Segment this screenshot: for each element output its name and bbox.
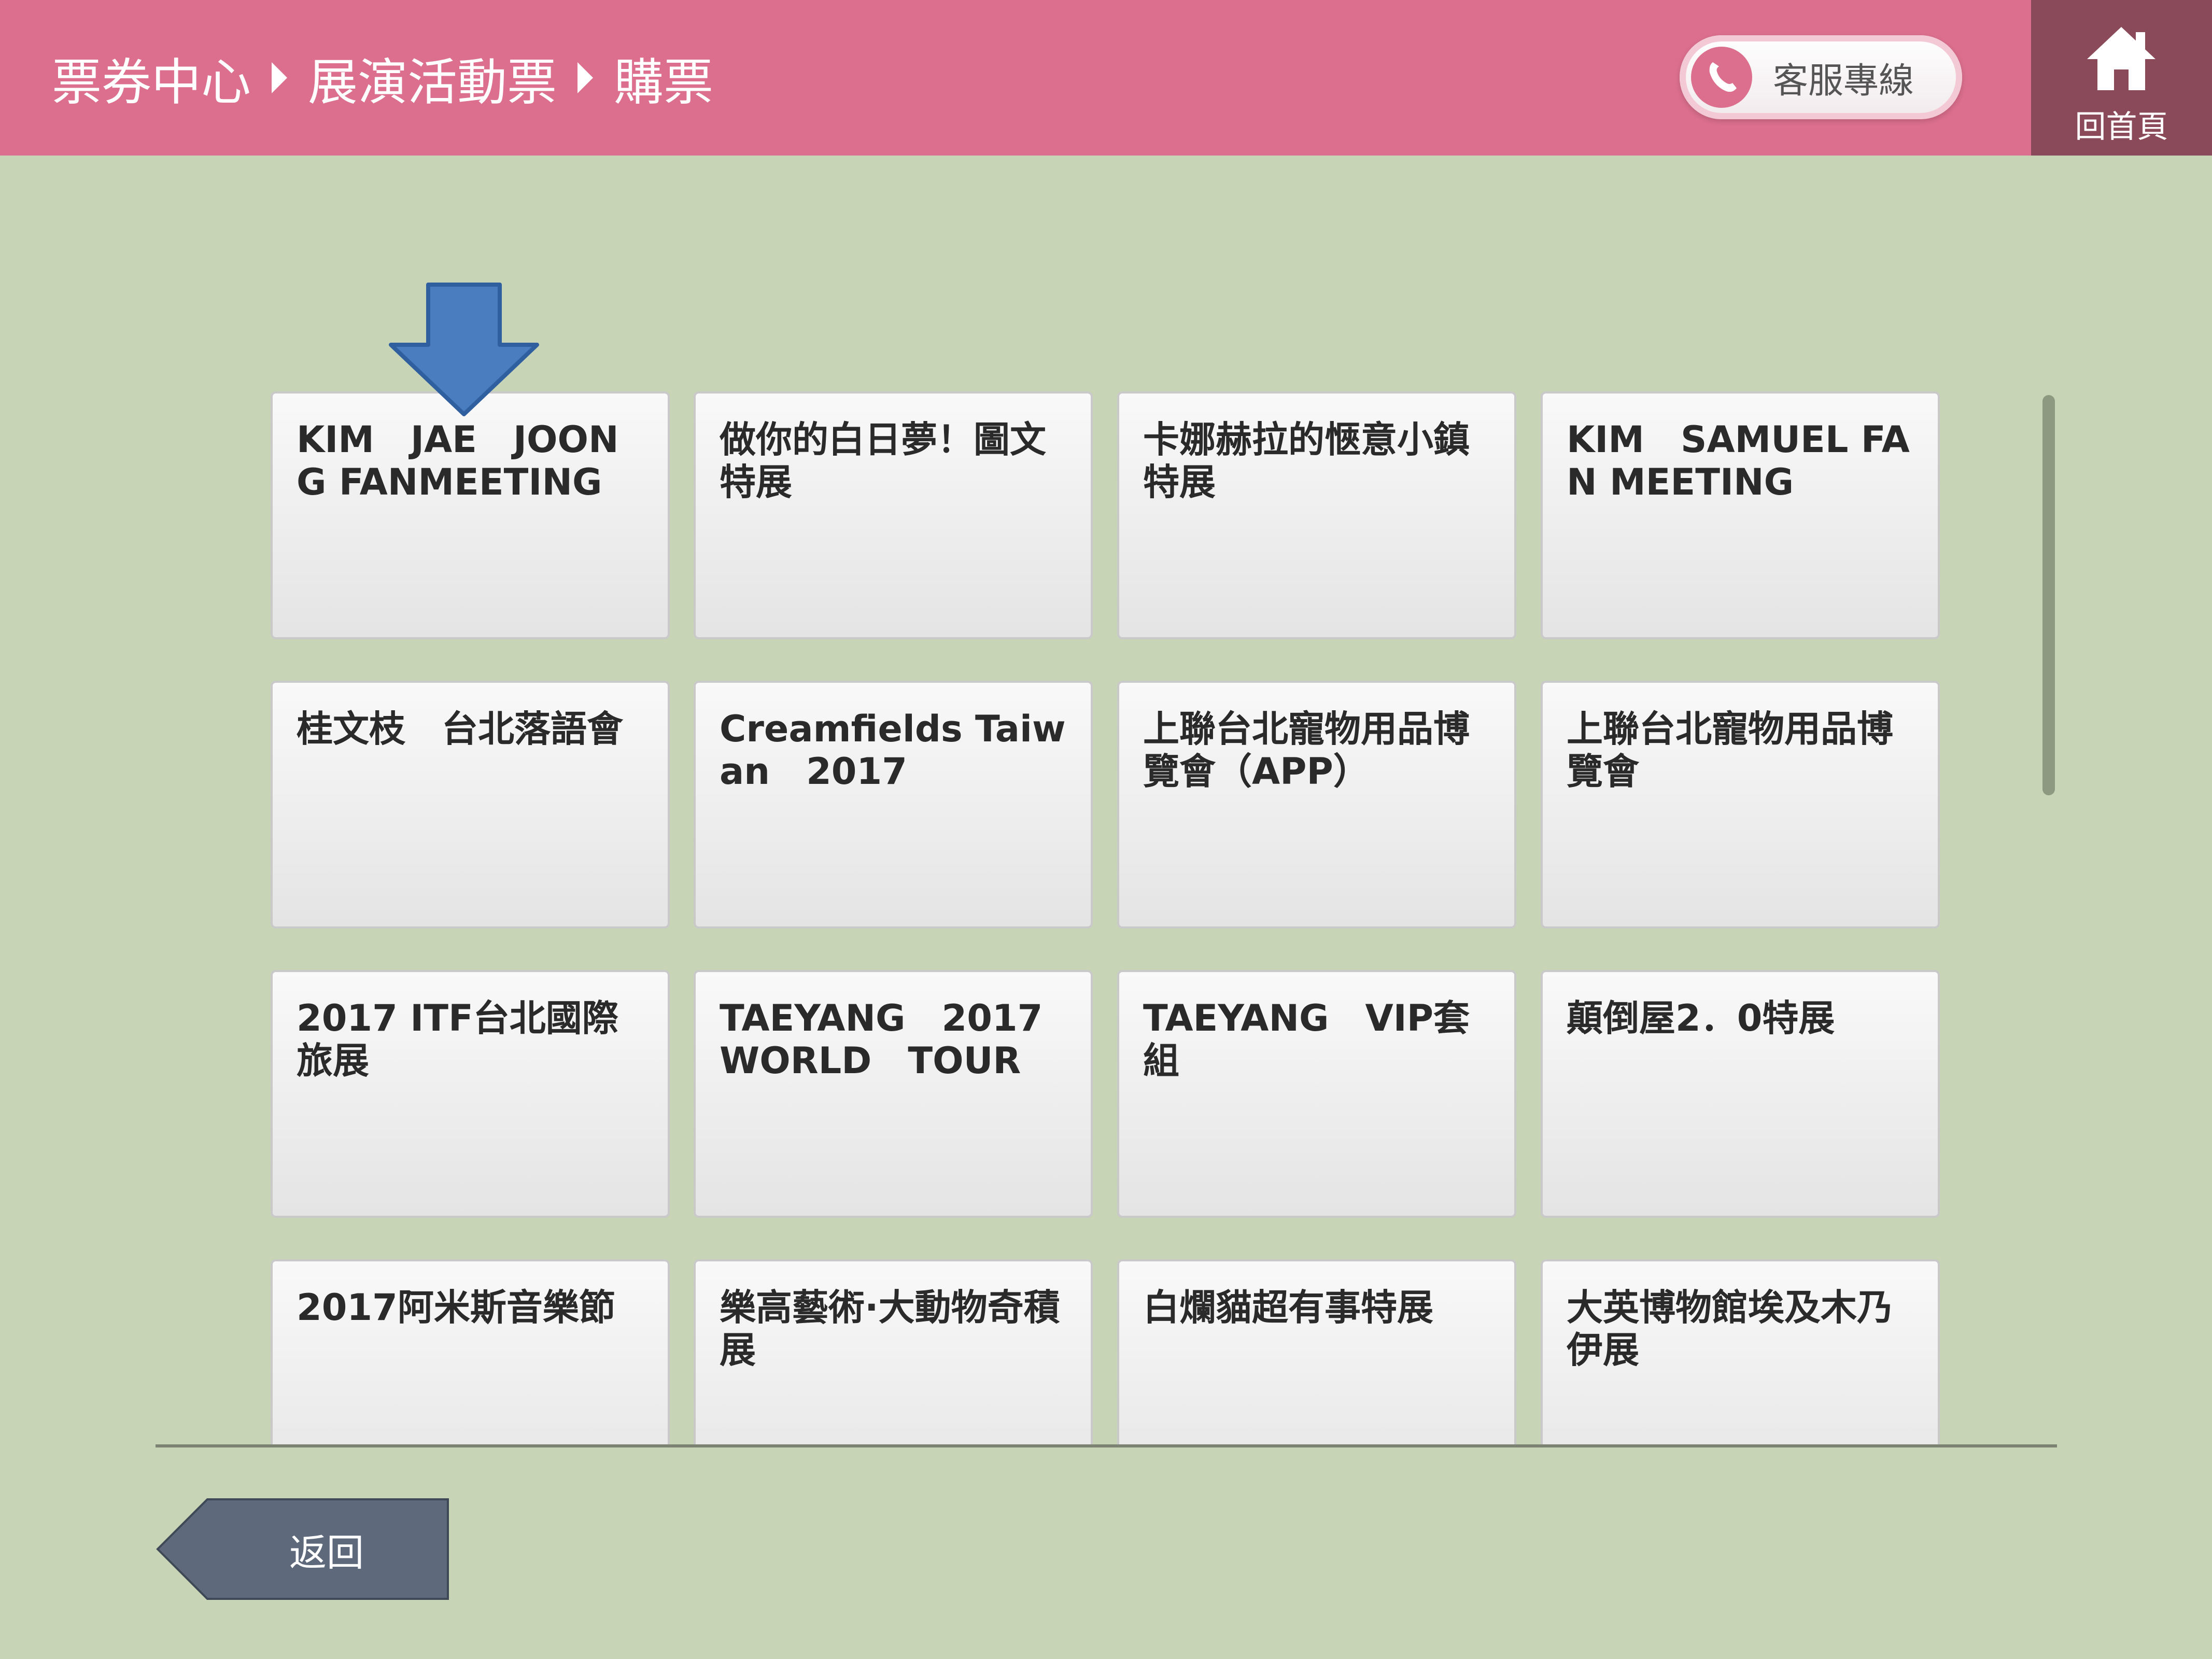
event-title: 大英博物館埃及木乃伊展: [1567, 1286, 1893, 1371]
home-button[interactable]: 回首頁: [2031, 0, 2212, 156]
event-tile[interactable]: Creamfields Taiwan 2017: [694, 681, 1093, 929]
event-title: TAEYANG 2017 WORLD TOUR: [720, 997, 1043, 1082]
event-tile[interactable]: 2017 ITF台北國際旅展: [271, 970, 670, 1218]
home-label: 回首頁: [2075, 109, 2168, 145]
event-title: 做你的白日夢！圖文特展: [720, 418, 1046, 503]
back-label: 返回: [289, 1530, 364, 1574]
event-title: 桂文枝 台北落語會: [297, 708, 623, 750]
event-tile[interactable]: 卡娜赫拉的愜意小鎮特展: [1117, 391, 1516, 639]
event-tile[interactable]: 做你的白日夢！圖文特展: [694, 391, 1093, 639]
phone-icon: [1691, 47, 1752, 108]
event-title: Creamfields Taiwan 2017: [720, 708, 1066, 793]
event-tile[interactable]: TAEYANG 2017 WORLD TOUR: [694, 970, 1093, 1218]
customer-service-label: 客服專線: [1773, 60, 1914, 102]
event-tile[interactable]: 上聯台北寵物用品博覽會: [1541, 681, 1940, 929]
event-title: KIM SAMUEL FAN MEETING: [1567, 418, 1910, 503]
event-tile[interactable]: KIM JAE JOONG FANMEETING: [271, 391, 670, 639]
event-tile[interactable]: 桂文枝 台北落語會: [271, 681, 670, 929]
event-title: 2017 ITF台北國際旅展: [297, 997, 618, 1082]
event-title: 上聯台北寵物用品博覽會（APP）: [1143, 708, 1470, 793]
home-icon: [2087, 27, 2155, 90]
scrollbar[interactable]: [2042, 395, 2055, 795]
breadcrumb-item-ticket-center[interactable]: 票券中心: [52, 42, 251, 114]
customer-service-button[interactable]: 客服專線: [1680, 35, 1962, 119]
event-title: 2017阿米斯音樂節: [297, 1286, 615, 1329]
breadcrumb-separator-icon: [272, 62, 287, 93]
event-title: 卡娜赫拉的愜意小鎮特展: [1143, 418, 1470, 503]
event-tile[interactable]: 樂高藝術·大動物奇積展: [694, 1259, 1093, 1446]
event-title: 上聯台北寵物用品博覽會: [1567, 708, 1893, 793]
event-tile[interactable]: 上聯台北寵物用品博覽會（APP）: [1117, 681, 1516, 929]
top-header: 票券中心 展演活動票 購票 客服專線 回首頁: [0, 0, 2212, 156]
event-tile[interactable]: 2017阿米斯音樂節: [271, 1259, 670, 1446]
arrow-down-icon: [389, 283, 539, 416]
event-tile[interactable]: TAEYANG VIP套組: [1117, 970, 1516, 1218]
event-title: TAEYANG VIP套組: [1143, 997, 1470, 1082]
back-button[interactable]: 返回: [156, 1497, 450, 1601]
event-title: 白爛貓超有事特展: [1143, 1286, 1433, 1329]
breadcrumb-item-buy-tickets: 購票: [614, 53, 713, 111]
breadcrumb-separator-icon: [577, 62, 593, 93]
event-title: 樂高藝術·大動物奇積展: [720, 1286, 1060, 1371]
event-tile[interactable]: 大英博物館埃及木乃伊展: [1541, 1259, 1940, 1446]
breadcrumb-item-event-tickets[interactable]: 展演活動票: [308, 42, 557, 114]
event-title: KIM JAE JOONG FANMEETING: [297, 418, 619, 503]
event-tile[interactable]: 顛倒屋2．0特展: [1541, 970, 1940, 1218]
event-title: 顛倒屋2．0特展: [1567, 997, 1835, 1039]
event-tile[interactable]: KIM SAMUEL FAN MEETING: [1541, 391, 1940, 639]
divider: [156, 1444, 2057, 1447]
event-tile[interactable]: 白爛貓超有事特展: [1117, 1259, 1516, 1446]
breadcrumb: 票券中心 展演活動票 購票: [52, 0, 713, 156]
